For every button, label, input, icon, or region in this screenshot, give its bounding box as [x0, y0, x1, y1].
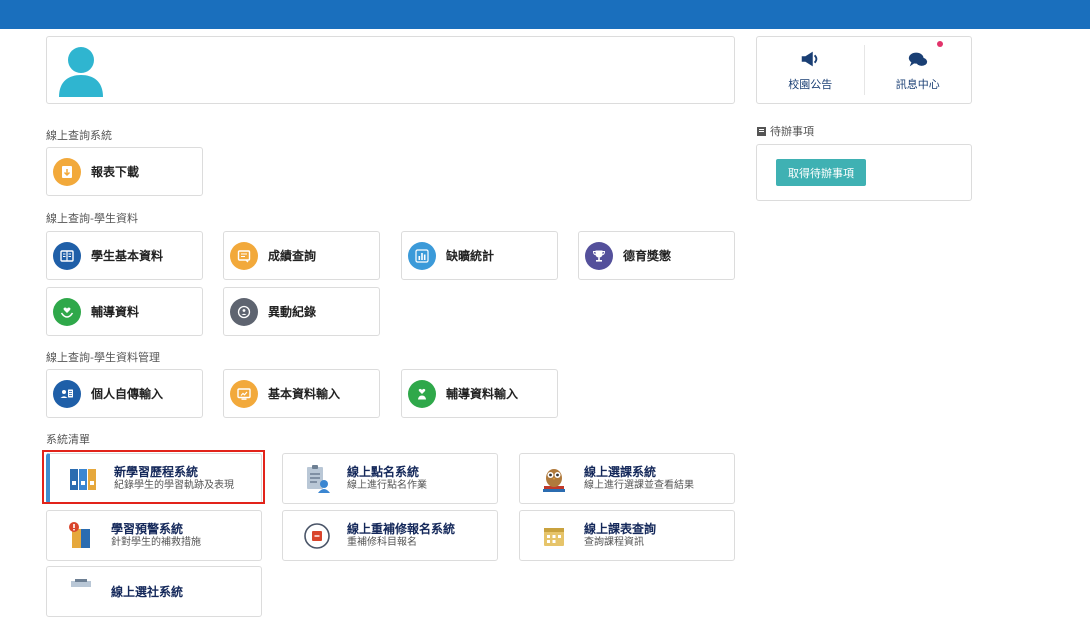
report-download-tile[interactable]: 報表下載	[46, 147, 203, 196]
club-selection-system-tile[interactable]: 線上選社系統	[46, 566, 262, 617]
course-selection-system-tile[interactable]: 線上選課系統 線上進行選課並查看結果	[519, 453, 735, 504]
profile-card	[46, 36, 735, 104]
timetable-query-desc: 查詢課程資訊	[584, 537, 644, 548]
section-student-data-manage: 線上查詢-學生資料管理	[46, 351, 160, 364]
timetable-query-title: 線上課表查詢	[584, 522, 657, 536]
section-system-list: 系統清單	[46, 433, 90, 446]
counseling-data-label: 輔導資料	[91, 305, 140, 319]
learning-alert-title: 學習預警系統	[111, 522, 184, 536]
change-record-label: 異動紀錄	[268, 305, 317, 319]
counseling-data-input-label: 輔導資料輸入	[446, 387, 519, 401]
roll-call-icon	[307, 464, 330, 493]
todo-title: 待辦事項	[757, 123, 814, 139]
change-record-tile[interactable]: 異動紀錄	[223, 287, 380, 336]
club-selection-title: 線上選社系統	[111, 584, 184, 599]
profile-card-icon	[53, 379, 81, 408]
club-icon	[71, 578, 91, 587]
makeup-course-registration-tile[interactable]: 線上重補修報名系統 重補修科目報名	[282, 510, 498, 561]
heart-hands-icon	[53, 297, 81, 326]
campus-announcement-link[interactable]: 校園公告	[757, 37, 864, 103]
moral-rewards-tile[interactable]: 德育獎懲	[578, 231, 735, 280]
moral-rewards-label: 德育獎懲	[623, 249, 672, 263]
roll-call-title: 線上點名系統	[347, 465, 420, 479]
alert-book-icon	[69, 521, 90, 548]
book-icon	[53, 241, 81, 270]
owl-books-icon	[543, 468, 565, 492]
roll-call-desc: 線上進行點名作業	[347, 480, 427, 491]
grade-query-label: 成績查詢	[268, 249, 317, 263]
student-basic-info-tile[interactable]: 學生基本資料	[46, 231, 203, 280]
learning-portfolio-desc: 紀錄學生的學習軌跡及表現	[114, 480, 234, 491]
course-selection-desc: 線上進行選課並查看結果	[584, 480, 694, 491]
roll-call-system-tile[interactable]: 線上點名系統 線上進行點名作業	[282, 453, 498, 504]
counseling-data-input-tile[interactable]: 輔導資料輸入	[401, 369, 558, 418]
message-center-label: 訊息中心	[895, 78, 940, 91]
todo-title-text: 待辦事項	[770, 125, 814, 138]
report-icon	[230, 241, 258, 270]
trophy-icon	[585, 241, 613, 270]
report-download-label: 報表下載	[91, 165, 140, 179]
care-icon	[408, 379, 436, 408]
record-icon	[230, 297, 258, 326]
binders-icon	[70, 468, 96, 490]
grade-query-tile[interactable]: 成績查詢	[223, 231, 380, 280]
autobiography-input-tile[interactable]: 個人自傳輸入	[46, 369, 203, 418]
clock-register-icon	[304, 522, 330, 549]
course-selection-title: 線上選課系統	[584, 465, 657, 479]
section-student-data: 線上查詢-學生資料	[46, 212, 138, 225]
quick-links-card: 校園公告 訊息中心	[756, 36, 972, 104]
makeup-course-title: 線上重補修報名系統	[347, 522, 456, 536]
bar-chart-icon	[408, 241, 436, 270]
student-basic-info-label: 學生基本資料	[91, 249, 164, 263]
top-navbar	[0, 0, 1090, 29]
counseling-data-tile[interactable]: 輔導資料	[46, 287, 203, 336]
autobiography-input-label: 個人自傳輸入	[91, 387, 164, 401]
megaphone-icon	[802, 51, 818, 67]
timetable-query-tile[interactable]: 線上課表查詢 查詢課程資訊	[519, 510, 735, 561]
message-center-link[interactable]: 訊息中心	[863, 41, 972, 95]
user-avatar-icon[interactable]	[57, 45, 105, 97]
todo-list-icon	[757, 126, 766, 136]
basic-data-input-tile[interactable]: 基本資料輸入	[223, 369, 380, 418]
learning-alert-system-tile[interactable]: 學習預警系統 針對學生的補救措施	[46, 510, 262, 561]
todo-card: 取得待辦事項	[756, 144, 972, 201]
makeup-course-desc: 重補修科目報名	[347, 537, 417, 548]
learning-portfolio-title: 新學習歷程系統	[114, 465, 199, 479]
section-query-system: 線上查詢系統	[46, 129, 112, 142]
chat-bubbles-icon	[908, 52, 927, 67]
campus-announcement-label: 校園公告	[788, 78, 833, 91]
calendar-icon	[544, 527, 564, 546]
absence-stats-tile[interactable]: 缺曠統計	[401, 231, 558, 280]
absence-stats-label: 缺曠統計	[446, 249, 495, 263]
learning-portfolio-system-tile[interactable]: 新學習歷程系統 紀錄學生的學習軌跡及表現	[46, 453, 262, 504]
download-icon	[53, 157, 81, 186]
monitor-icon	[230, 379, 258, 408]
learning-alert-desc: 針對學生的補救措施	[111, 537, 201, 548]
notification-dot	[937, 41, 943, 47]
get-todo-button[interactable]: 取得待辦事項	[776, 159, 866, 186]
basic-data-input-label: 基本資料輸入	[268, 387, 341, 401]
